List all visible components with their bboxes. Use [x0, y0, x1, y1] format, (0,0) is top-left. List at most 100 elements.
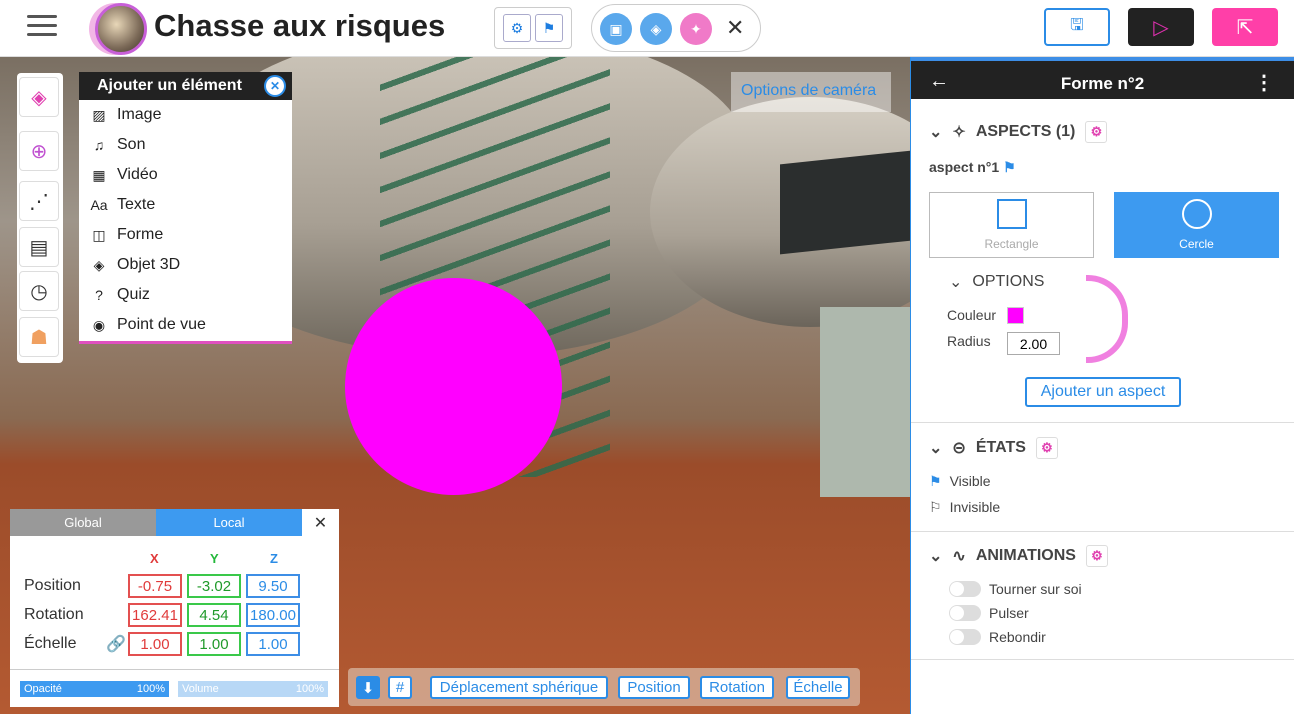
scene-chalkboard: [780, 149, 910, 255]
bug-icon[interactable]: ☗: [19, 317, 59, 357]
volume-value: 100%: [295, 683, 324, 695]
toggle-spin[interactable]: [949, 581, 981, 597]
menu-item-viewpoint[interactable]: ◉ Point de vue: [79, 310, 292, 340]
position-button[interactable]: Position: [618, 676, 690, 699]
open-external-button[interactable]: ⇱: [1212, 8, 1278, 46]
grid-icon[interactable]: #: [388, 676, 412, 699]
shape-label: Rectangle: [984, 237, 1039, 251]
tab-global[interactable]: Global: [10, 509, 156, 536]
spherical-move-button[interactable]: Déplacement sphérique: [430, 676, 608, 699]
save-button[interactable]: 🖫: [1044, 8, 1110, 46]
close-icon[interactable]: ✕: [726, 15, 744, 41]
camera-options-link[interactable]: Options de caméra: [731, 72, 891, 112]
cube-icon[interactable]: ◈: [640, 13, 672, 45]
bug-icon[interactable]: ✦: [680, 13, 712, 45]
back-arrow-icon[interactable]: ←: [929, 70, 949, 93]
anim-pulse-label: Pulser: [989, 605, 1029, 621]
state-invisible[interactable]: ⚐ Invisible: [929, 499, 1000, 516]
scale-label: Échelle: [24, 635, 77, 652]
link-icon[interactable]: 🔗: [106, 634, 126, 654]
states-title: ÉTATS: [975, 439, 1026, 456]
scene-cabinet: [820, 307, 910, 497]
scale-y-input[interactable]: 1.00: [187, 632, 241, 656]
gear-icon[interactable]: ⚙: [1085, 121, 1108, 143]
state-label: Invisible: [949, 499, 1001, 515]
graph-icon[interactable]: ⋰: [19, 181, 59, 221]
close-icon[interactable]: ✕: [264, 75, 286, 97]
menu-header: Ajouter un élément ✕: [79, 72, 292, 100]
axis-x-label: X: [150, 551, 159, 566]
menu-item-label: Point de vue: [117, 316, 206, 333]
rectangle-icon: [996, 199, 1027, 229]
animations-title: ANIMATIONS: [975, 547, 1076, 564]
add-circle-icon[interactable]: ⊕: [19, 131, 59, 171]
viewpoint-icon: ◉: [92, 316, 106, 333]
more-options-icon[interactable]: ⋮: [1254, 70, 1274, 95]
state-visible[interactable]: ⚑ Visible: [929, 473, 991, 490]
opacity-slider[interactable]: Opacité 100%: [20, 681, 169, 697]
volume-slider[interactable]: Volume 100%: [178, 681, 328, 697]
scale-button[interactable]: Échelle: [786, 676, 850, 699]
menu-item-sound[interactable]: ♫ Son: [79, 130, 292, 160]
text-icon: Aa: [90, 197, 108, 213]
menu-item-image[interactable]: ▨ Image: [79, 100, 292, 130]
axis-z-label: Z: [270, 551, 278, 566]
radius-input[interactable]: 2.00: [1007, 332, 1060, 355]
headphones-icon: ♫: [93, 137, 105, 153]
animation-icon: ∿: [952, 548, 966, 565]
menu-item-text[interactable]: Aa Texte: [79, 190, 292, 220]
animations-section[interactable]: ⌄ ∿ ANIMATIONS ⚙: [929, 545, 1108, 567]
toggle-bounce[interactable]: [949, 629, 981, 645]
play-icon: ▷: [1153, 16, 1169, 39]
close-icon[interactable]: ✕: [302, 509, 339, 536]
rotation-y-input[interactable]: 4.54: [187, 603, 241, 627]
shape-circle[interactable]: Cercle: [1114, 192, 1279, 258]
circle-shape[interactable]: [345, 278, 562, 495]
scale-x-input[interactable]: 1.00: [128, 632, 182, 656]
add-aspect-button[interactable]: Ajouter un aspect: [1025, 377, 1181, 407]
position-y-input[interactable]: -3.02: [187, 574, 241, 598]
states-section[interactable]: ⌄ ⊝ ÉTATS ⚙: [929, 437, 1058, 459]
menu-item-video[interactable]: ▦ Vidéo: [79, 160, 292, 190]
anim-spin-label: Tourner sur soi: [989, 581, 1082, 597]
hamburger-menu-icon[interactable]: [27, 15, 57, 39]
layers-icon[interactable]: ⬇: [356, 676, 380, 699]
rotation-z-input[interactable]: 180.00: [246, 603, 300, 627]
gear-icon[interactable]: ⚙: [1035, 437, 1058, 459]
save-icon: 🖫: [1070, 16, 1084, 34]
aspects-section[interactable]: ⌄ ✧ ASPECTS (1) ⚙: [929, 121, 1108, 143]
options-title: OPTIONS: [972, 273, 1045, 290]
project-avatar[interactable]: [95, 3, 147, 55]
rotation-button[interactable]: Rotation: [700, 676, 774, 699]
chevron-down-icon: ⌄: [929, 548, 943, 565]
gear-icon[interactable]: ⚙: [1085, 545, 1108, 567]
menu-item-label: Image: [117, 106, 162, 123]
scale-z-input[interactable]: 1.00: [246, 632, 300, 656]
options-section[interactable]: ⌄ OPTIONS: [949, 272, 1044, 292]
rotation-x-input[interactable]: 162.41: [128, 603, 182, 627]
toggle-pulse[interactable]: [949, 605, 981, 621]
cube-icon: ◈: [93, 256, 105, 273]
menu-item-quiz[interactable]: ? Quiz: [79, 280, 292, 310]
clock-icon[interactable]: ◷: [19, 271, 59, 311]
shape-rectangle[interactable]: Rectangle: [929, 192, 1094, 258]
position-z-input[interactable]: 9.50: [246, 574, 300, 598]
external-link-icon: ⇱: [1236, 16, 1254, 39]
menu-item-3d[interactable]: ◈ Objet 3D: [79, 250, 292, 280]
tab-local[interactable]: Local: [156, 509, 302, 536]
vr-headset-icon[interactable]: ▣: [600, 13, 632, 45]
play-button[interactable]: ▷: [1128, 8, 1194, 46]
cube-icon[interactable]: ◈: [19, 77, 59, 117]
menu-item-shape[interactable]: ◫ Forme: [79, 220, 292, 250]
aspect-name-label: aspect n°1: [929, 159, 1000, 175]
flag-outline-icon: ⚐: [929, 499, 942, 515]
gear-icon[interactable]: ⚙: [503, 14, 531, 42]
volume-label: Volume: [182, 683, 219, 695]
flag-icon[interactable]: ⚑: [535, 14, 563, 42]
images-icon[interactable]: ▤: [19, 227, 59, 267]
panel-header: ← Forme n°2 ⋮: [911, 57, 1294, 99]
title-actions: ⚙ ⚑: [494, 7, 572, 49]
position-x-input[interactable]: -0.75: [128, 574, 182, 598]
aspect-name[interactable]: aspect n°1 ⚑: [929, 159, 1016, 176]
color-swatch[interactable]: [1007, 307, 1024, 324]
